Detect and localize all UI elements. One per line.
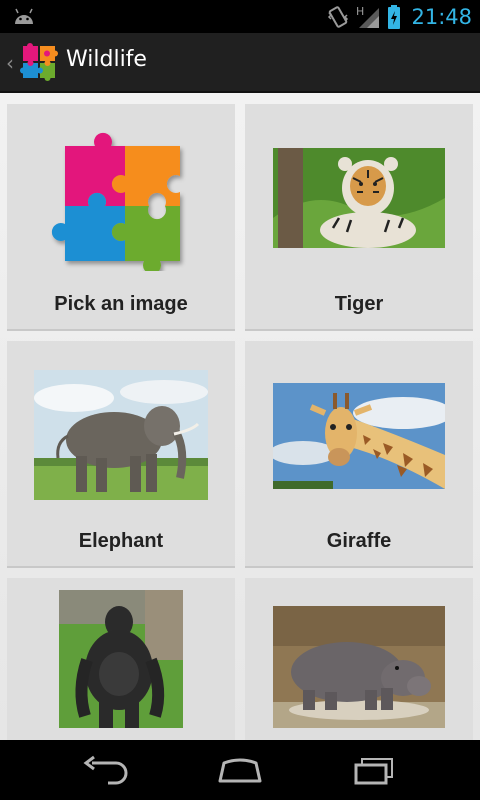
tile-pick-image[interactable]: Pick an image (7, 104, 235, 331)
tile-gorilla[interactable] (7, 578, 235, 740)
tile-elephant[interactable]: Elephant (7, 341, 235, 568)
home-icon[interactable] (214, 755, 266, 785)
android-icon (15, 8, 33, 24)
chevron-left-icon: ‹ (6, 51, 14, 75)
up-button[interactable]: ‹ (0, 33, 62, 93)
status-icons: H 21:48 (327, 0, 472, 33)
gorilla-photo (59, 590, 183, 728)
content-area: Pick an image Tiger Elephant Giraffe (0, 93, 480, 740)
tiger-photo (273, 148, 445, 248)
app-title: Wildlife (66, 47, 147, 72)
tile-label: Elephant (78, 530, 164, 552)
recents-icon[interactable] (348, 755, 400, 785)
clock: 21:48 (411, 4, 472, 29)
tile-label: Tiger (334, 293, 384, 315)
action-bar: ‹ Wildlife (0, 33, 480, 93)
hippo-photo (273, 606, 445, 728)
elephant-photo (34, 370, 208, 500)
giraffe-photo (273, 383, 445, 489)
status-bar: H 21:48 (0, 0, 480, 33)
puzzle-icon (20, 43, 58, 81)
tile-label: Giraffe (326, 530, 392, 552)
signal-icon: H (356, 5, 380, 28)
back-icon[interactable] (80, 755, 132, 785)
navigation-bar (0, 740, 480, 800)
tile-giraffe[interactable]: Giraffe (245, 341, 473, 568)
puzzle-icon (51, 132, 180, 271)
tile-hippo[interactable] (245, 578, 473, 740)
network-label: H (356, 5, 364, 18)
tile-label: Pick an image (54, 293, 188, 315)
battery-icon (388, 4, 401, 29)
tile-tiger[interactable]: Tiger (245, 104, 473, 331)
vibrate-icon (328, 5, 349, 28)
